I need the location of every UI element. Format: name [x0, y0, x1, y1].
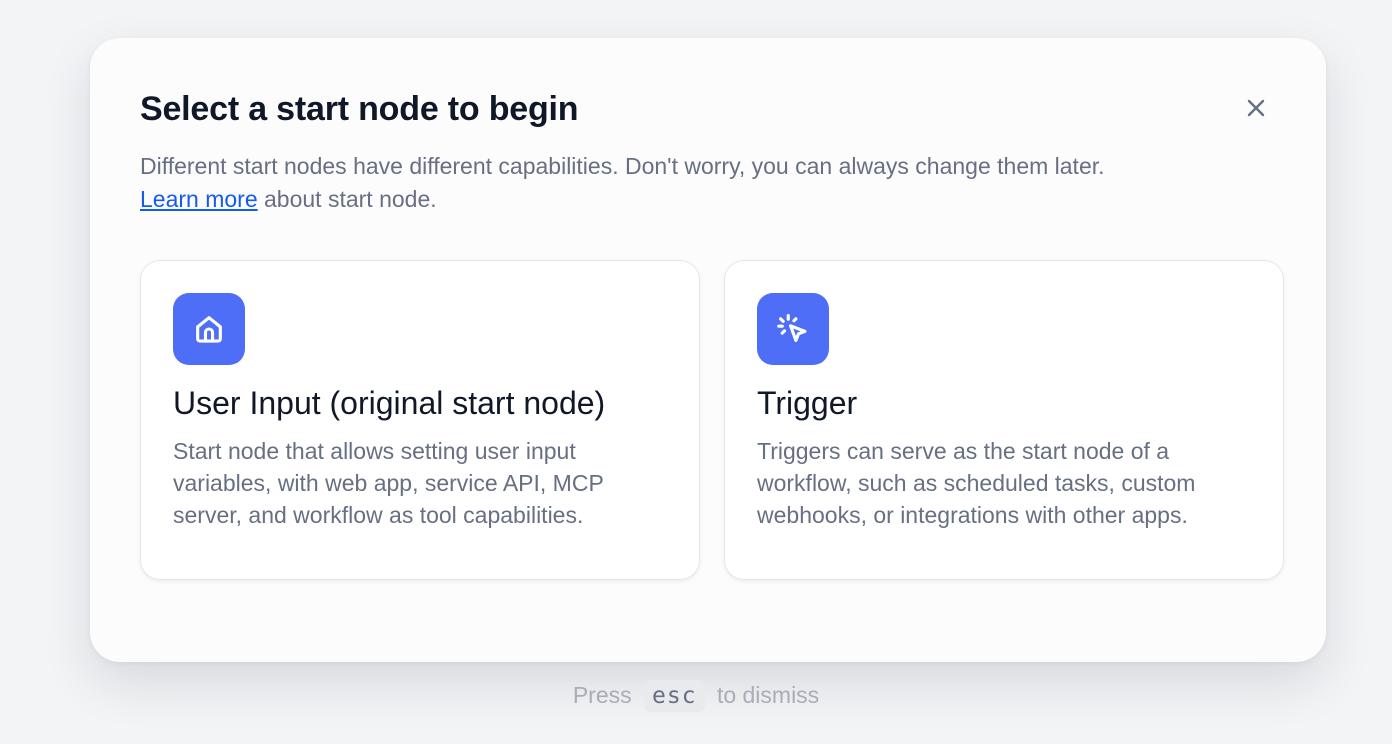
option-description: Start node that allows setting user inpu…	[173, 438, 604, 528]
hint-prefix: Press	[572, 682, 632, 708]
description-text: Different start nodes have different cap…	[140, 153, 1105, 179]
start-node-dialog: Select a start node to begin Different s…	[90, 38, 1326, 662]
description-suffix: about start node.	[257, 186, 437, 212]
dismiss-hint: Press esc to dismiss	[0, 680, 1392, 712]
option-card-trigger[interactable]: Trigger Triggers can serve as the start …	[724, 260, 1284, 580]
home-icon	[173, 293, 245, 365]
option-title: Trigger	[757, 385, 858, 421]
option-title: User Input (original start node)	[173, 385, 606, 421]
esc-key-badge: esc	[644, 680, 705, 712]
hint-suffix: to dismiss	[716, 682, 820, 708]
close-icon	[1247, 99, 1265, 117]
dialog-description: Different start nodes have different cap…	[140, 150, 1260, 216]
learn-more-link[interactable]: Learn more	[140, 186, 258, 212]
close-button[interactable]	[1240, 92, 1272, 124]
dialog-title: Select a start node to begin	[140, 90, 579, 128]
option-card-user-input[interactable]: User Input (original start node) Start n…	[140, 260, 700, 580]
option-description: Triggers can serve as the start node of …	[757, 438, 1196, 528]
cursor-click-icon	[757, 293, 829, 365]
